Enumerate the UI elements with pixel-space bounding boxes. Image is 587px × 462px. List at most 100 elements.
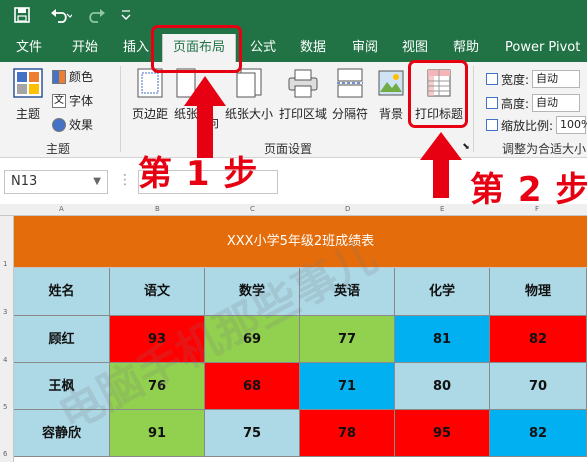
- effects-button[interactable]: 效果: [52, 116, 93, 133]
- score-cell[interactable]: 71: [300, 363, 395, 410]
- step-1-annotation: 第 1 步: [138, 154, 259, 194]
- column-header[interactable]: C: [250, 205, 255, 213]
- row-header[interactable]: 6: [3, 450, 7, 458]
- breaks-label: 分隔符: [331, 107, 368, 121]
- up-arrow-icon: [420, 132, 462, 198]
- column-title-cell[interactable]: 化学: [395, 268, 490, 316]
- height-label: 高度:: [501, 96, 530, 111]
- score-cell[interactable]: 82: [490, 316, 587, 363]
- student-name-cell[interactable]: 王枫: [14, 363, 110, 410]
- score-cell[interactable]: 93: [110, 316, 205, 363]
- column-title-cell[interactable]: 姓名: [14, 268, 110, 316]
- colors-button[interactable]: 颜色: [52, 68, 93, 85]
- highlight-print-titles: [408, 60, 468, 128]
- row-header[interactable]: 3: [3, 308, 7, 316]
- tab-insert[interactable]: 插入: [123, 34, 149, 62]
- tab-data[interactable]: 数据: [300, 34, 326, 62]
- fonts-button[interactable]: 文 字体: [52, 92, 93, 109]
- score-cell[interactable]: 91: [110, 410, 205, 457]
- tab-file[interactable]: 文件: [16, 34, 42, 62]
- chevron-down-icon[interactable]: [120, 7, 132, 27]
- more-options-icon[interactable]: ⋮: [118, 172, 132, 188]
- ribbon-page-layout: 主题 颜色 文 字体 效果 主题 页边距 纸张 向 纸张大小: [0, 62, 587, 158]
- height-value[interactable]: 自动: [532, 94, 581, 112]
- tab-formulas[interactable]: 公式: [250, 34, 276, 62]
- size-button[interactable]: 纸张大小: [224, 68, 274, 122]
- margins-button[interactable]: 页边距: [128, 68, 172, 122]
- height-icon: [486, 97, 498, 109]
- score-cell[interactable]: 69: [205, 316, 300, 363]
- score-cell[interactable]: 77: [300, 316, 395, 363]
- scale-label: 缩放比例:: [501, 118, 554, 133]
- group-label-scale: 调整为合适大小: [502, 142, 587, 156]
- score-cell[interactable]: 82: [490, 410, 587, 457]
- fonts-icon: 文: [52, 93, 66, 108]
- tab-review[interactable]: 审阅: [352, 34, 378, 62]
- colors-label: 颜色: [69, 70, 94, 84]
- undo-icon[interactable]: [50, 7, 74, 28]
- themes-icon: [10, 68, 46, 101]
- tab-home[interactable]: 开始: [72, 34, 98, 62]
- print-area-label: 打印区域: [278, 107, 327, 121]
- column-header[interactable]: A: [59, 205, 64, 213]
- group-label-page-setup: 页面设置: [264, 142, 313, 156]
- scale-value[interactable]: 100%: [556, 116, 587, 134]
- quick-access-toolbar: [0, 0, 587, 34]
- column-title-cell[interactable]: 物理: [490, 268, 587, 316]
- column-header[interactable]: E: [440, 205, 444, 213]
- redo-icon[interactable]: [86, 7, 108, 28]
- score-cell[interactable]: 75: [205, 410, 300, 457]
- themes-button[interactable]: 主题: [10, 68, 46, 122]
- size-label: 纸张大小: [224, 107, 273, 121]
- score-cell[interactable]: 70: [490, 363, 587, 410]
- row-header[interactable]: 4: [3, 356, 7, 364]
- width-value[interactable]: 自动: [532, 70, 581, 88]
- height-control[interactable]: 高度: 自动: [486, 94, 581, 112]
- width-label: 宽度:: [501, 72, 530, 87]
- tab-view[interactable]: 视图: [402, 34, 428, 62]
- margins-label: 页边距: [131, 107, 168, 121]
- student-name-cell[interactable]: 顾红: [14, 316, 110, 363]
- column-header[interactable]: B: [155, 205, 160, 213]
- group-label-theme: 主题: [46, 142, 71, 156]
- scale-control[interactable]: 缩放比例: 100%: [486, 116, 587, 134]
- column-header[interactable]: D: [345, 205, 350, 213]
- page-setup-launcher-icon[interactable]: ⬊: [461, 142, 471, 152]
- highlight-page-layout-tab: [151, 25, 242, 73]
- group-separator: [473, 66, 474, 152]
- breaks-icon: [330, 68, 370, 101]
- themes-label: 主题: [15, 107, 40, 121]
- width-icon: [486, 73, 498, 85]
- group-separator: [120, 66, 121, 152]
- sheet-title[interactable]: XXX小学5年级2班成绩表: [14, 216, 587, 268]
- score-cell[interactable]: 76: [110, 363, 205, 410]
- effects-label: 效果: [69, 118, 94, 132]
- cell-reference: N13: [11, 174, 38, 189]
- scale-icon: [486, 119, 498, 131]
- print-area-button[interactable]: 打印区域: [278, 68, 328, 122]
- chevron-down-icon[interactable]: ▼: [93, 171, 101, 193]
- score-cell[interactable]: 80: [395, 363, 490, 410]
- print-area-icon: [278, 68, 328, 101]
- save-icon[interactable]: [14, 7, 30, 28]
- tab-help[interactable]: 帮助: [453, 34, 479, 62]
- row-header[interactable]: 1: [3, 260, 7, 268]
- row-headers: 1 3 4 5 6: [0, 216, 14, 462]
- step-2-annotation: 第 2 步: [470, 170, 587, 210]
- ribbon-tabs: 文件 开始 插入 页面布局 公式 数据 审阅 视图 帮助 Power Pivot: [0, 34, 587, 62]
- width-control[interactable]: 宽度: 自动: [486, 70, 581, 88]
- background-button[interactable]: 背景: [374, 68, 408, 122]
- score-cell[interactable]: 95: [395, 410, 490, 457]
- breaks-button[interactable]: 分隔符: [330, 68, 370, 122]
- row-header[interactable]: 5: [3, 403, 7, 411]
- score-cell[interactable]: 68: [205, 363, 300, 410]
- score-cell[interactable]: 78: [300, 410, 395, 457]
- tab-power-pivot[interactable]: Power Pivot: [505, 34, 580, 62]
- name-box[interactable]: N13 ▼: [4, 170, 108, 194]
- colors-icon: [52, 69, 66, 84]
- score-cell[interactable]: 81: [395, 316, 490, 363]
- column-title-cell[interactable]: 英语: [300, 268, 395, 316]
- column-title-cell[interactable]: 数学: [205, 268, 300, 316]
- student-name-cell[interactable]: 容静欣: [14, 410, 110, 457]
- column-title-cell[interactable]: 语文: [110, 268, 205, 316]
